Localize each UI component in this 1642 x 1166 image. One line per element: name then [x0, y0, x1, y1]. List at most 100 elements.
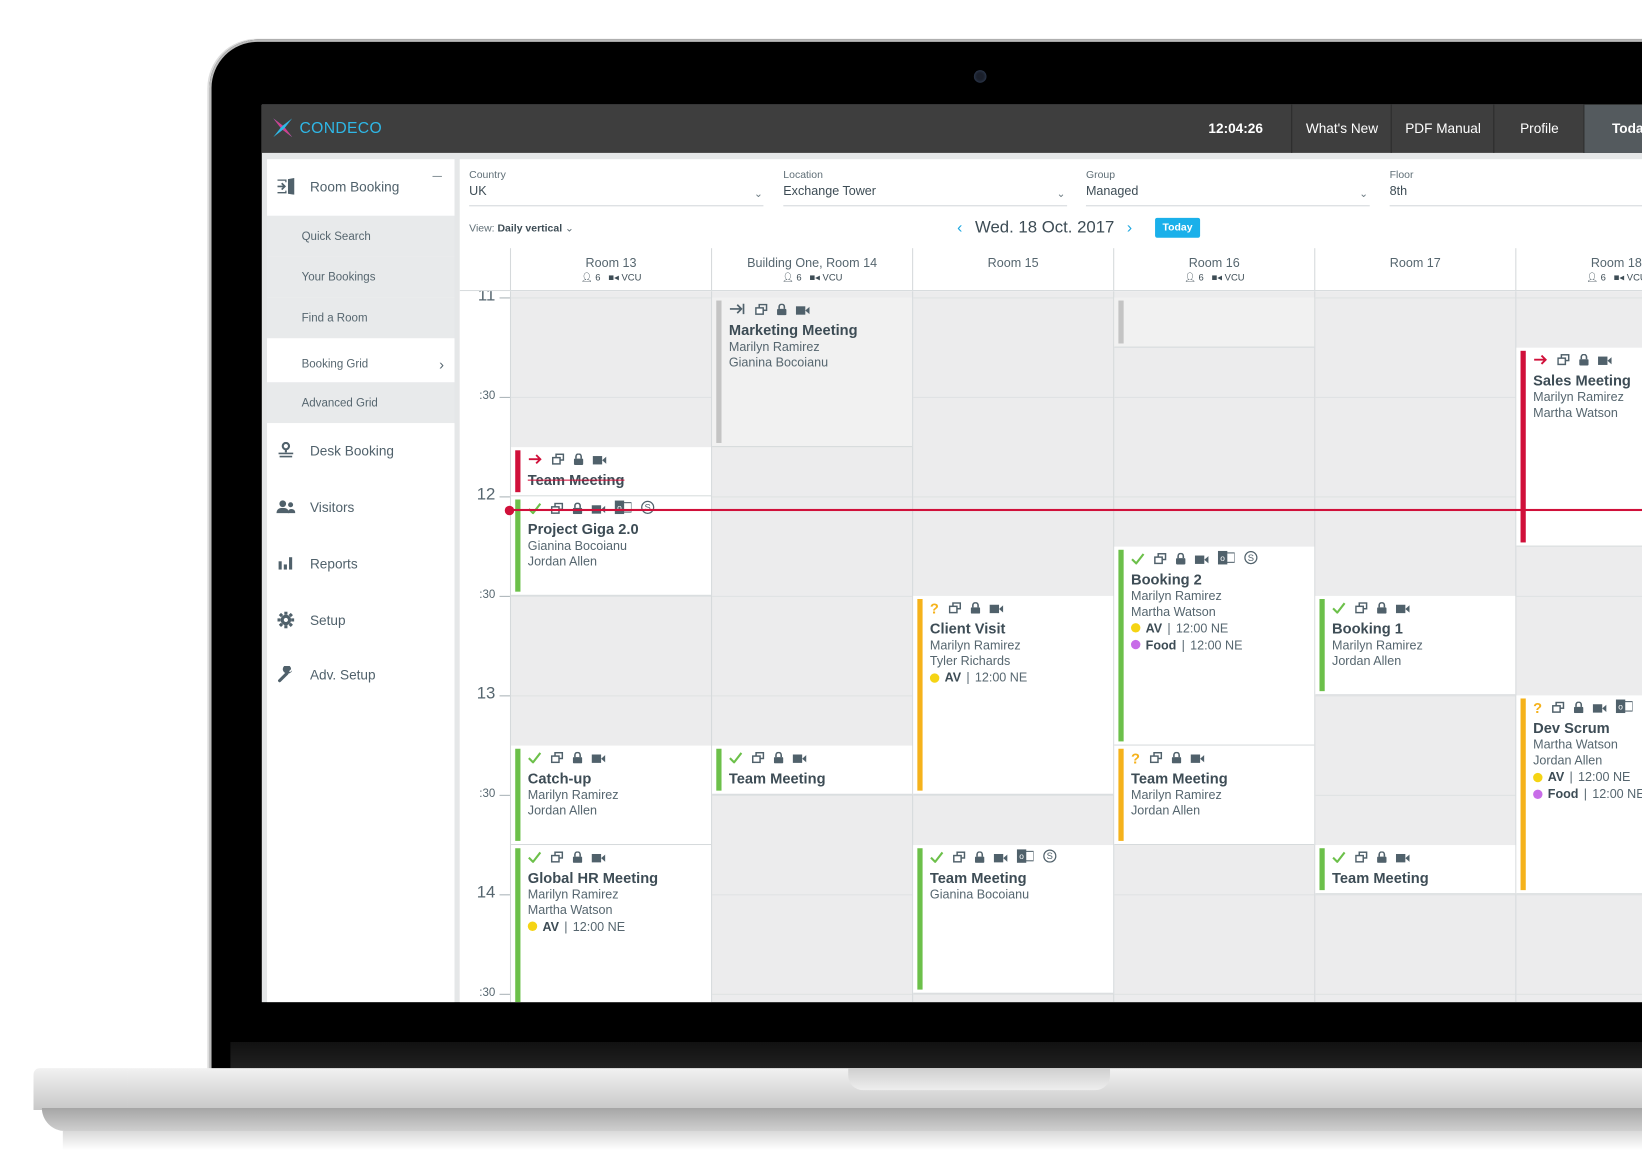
- room-header[interactable]: Room 18👤︎ 6 ■◂ VCU: [1515, 248, 1642, 291]
- collapse-icon[interactable]: [432, 175, 442, 177]
- service-divider: |: [1583, 786, 1587, 802]
- booking-icons: [729, 750, 908, 769]
- booking-card[interactable]: ? o Dev Scrum Martha Watson Jordan Allen AV | 1…: [1516, 695, 1642, 895]
- booking-content: ? o Dev Scrum Martha Watson Jordan Allen AV | 1…: [1533, 699, 1642, 802]
- booking-content: Booking 1 Marilyn Ramirez Jordan Allen: [1332, 602, 1511, 668]
- prev-day-button[interactable]: ‹: [957, 219, 962, 237]
- lock-icon: [970, 600, 980, 619]
- room-capacity: 6: [796, 272, 802, 283]
- status-bar: [1118, 748, 1124, 841]
- booking-icons: [1332, 849, 1511, 868]
- slot-line: [913, 297, 1114, 299]
- room-header[interactable]: Room 17: [1314, 248, 1516, 291]
- booking-card[interactable]: Marketing Meeting Marilyn Ramirez Gianina …: [712, 297, 913, 447]
- booking-card[interactable]: o S Project Giga 2.0 Gianina Bocoianu Jordan…: [511, 496, 712, 597]
- booking-title: Team Meeting: [929, 868, 1027, 886]
- app-screen: CONDECO 12:04:26 What's New PDF Manual P…: [261, 104, 1642, 1003]
- booking-content: Catch-up Marilyn Ramirez Jordan Allen: [527, 750, 707, 818]
- booking-card[interactable]: o S Booking 2 Marilyn Ramirez Martha Watson A…: [1114, 546, 1315, 746]
- booking-title: Sales Meeting: [1533, 371, 1631, 389]
- booking-card[interactable]: Global HR Meeting Marilyn Ramirez Martha W…: [511, 844, 712, 1003]
- time-label: :30: [479, 986, 496, 1000]
- sidebar-item-visitors[interactable]: Visitors: [267, 480, 454, 534]
- room-header[interactable]: Building One, Room 14 👤︎ 6 ■◂ VCU: [711, 248, 913, 291]
- booking-card[interactable]: Team Meeting: [712, 745, 913, 796]
- slot-line: [511, 596, 712, 598]
- booking-card[interactable]: ? Client Visit Marilyn Ramirez Tyler Richar…: [913, 596, 1114, 796]
- booking-attendee: Marilyn Ramirez: [527, 787, 619, 802]
- booking-card[interactable]: Team Meeting: [511, 446, 712, 497]
- lock-icon: [572, 849, 583, 868]
- booking-content: Marketing Meeting Marilyn Ramirez Gianina …: [729, 303, 908, 370]
- svg-text:o: o: [617, 503, 622, 513]
- room-header[interactable]: Room 15: [912, 248, 1114, 291]
- group-label: Group: [1085, 169, 1116, 182]
- group-select[interactable]: Group Managed ⌄: [1085, 169, 1370, 207]
- booking-attendee: Jordan Allen: [1130, 803, 1201, 818]
- room-header[interactable]: Room 16 👤︎ 6 ■◂ VCU: [1113, 248, 1315, 291]
- service-name: AV: [944, 670, 962, 686]
- booking-content: Sales Meeting Marilyn Ramirez Martha Watso…: [1533, 352, 1642, 420]
- room-layout-icon: [1355, 600, 1368, 619]
- lock-icon: [773, 750, 784, 769]
- booking-attendee: Martha Watson: [527, 902, 613, 918]
- today-button[interactable]: Today: [1155, 217, 1200, 238]
- booking-attendee: Gianina Bocoianu: [929, 886, 1030, 902]
- sidebar-item-setup[interactable]: Setup: [267, 593, 454, 647]
- sidebar-subitem-booking-grid[interactable]: Booking Grid ›: [267, 343, 455, 385]
- booking-card[interactable]: o S Team Meeting Gianina Bocoianu: [913, 844, 1114, 995]
- sidebar-item-desk-booking[interactable]: Desk Booking: [267, 423, 454, 477]
- sidebar-item-adv-setup[interactable]: Adv. Setup: [267, 647, 454, 701]
- service-name: Food: [1145, 637, 1177, 653]
- profile-button[interactable]: Profile: [1493, 104, 1584, 153]
- check-in-arrow-icon: [1533, 352, 1548, 371]
- booking-title: Team Meeting: [1130, 769, 1228, 787]
- sidebar-subitem-quick-search[interactable]: Quick Search: [267, 215, 455, 257]
- slot-line: [1516, 894, 1642, 896]
- lock-icon: [572, 750, 583, 769]
- slot-line: [913, 795, 1114, 797]
- sidebar-item-room-booking[interactable]: Room Booking: [267, 159, 454, 213]
- slot-line: [712, 496, 913, 498]
- confirmed-check-icon: [528, 849, 542, 868]
- location-select[interactable]: Location Exchange Tower ⌄: [783, 170, 1068, 207]
- video-conference-icon: [792, 750, 807, 769]
- status-bar: [1319, 599, 1325, 692]
- desk-location-icon: [275, 441, 296, 459]
- room-layout-icon: [751, 750, 765, 769]
- slot-line: [712, 994, 913, 996]
- sidebar-subitem-find-a-room[interactable]: Find a Room: [267, 297, 455, 339]
- whats-new-button[interactable]: What's New: [1291, 104, 1392, 153]
- sidebar-subitem-your-bookings[interactable]: Your Bookings: [267, 256, 455, 298]
- next-day-button[interactable]: ›: [1127, 219, 1132, 237]
- booking-card[interactable]: ? Team Meeting Marilyn Ramirez Jordan Allen: [1114, 745, 1315, 845]
- floor-select[interactable]: Floor 8th: [1389, 170, 1642, 207]
- country-select[interactable]: Country UK ⌄: [469, 170, 764, 207]
- booking-card[interactable]: [1114, 297, 1315, 348]
- today-nav-button[interactable]: Today: [1583, 104, 1642, 153]
- lock-icon: [1579, 352, 1589, 371]
- person-icon: 👤︎: [781, 272, 794, 283]
- pdf-manual-button[interactable]: PDF Manual: [1390, 104, 1495, 153]
- video-conference-icon: [1395, 849, 1410, 868]
- booking-card[interactable]: Team Meeting: [1315, 844, 1516, 895]
- slot-line: [1516, 994, 1642, 996]
- condeco-logo[interactable]: CONDECO: [270, 115, 382, 140]
- lock-icon: [1377, 600, 1387, 619]
- sidebar-item-label: Room Booking: [309, 178, 400, 195]
- booking-card[interactable]: Booking 1 Marilyn Ramirez Jordan Allen: [1315, 596, 1516, 696]
- slot-line: [1315, 795, 1516, 797]
- booking-attendee: Jordan Allen: [1533, 753, 1603, 768]
- sidebar-subitem-advanced-grid[interactable]: Advanced Grid: [267, 382, 455, 424]
- webcam: [973, 70, 987, 83]
- booking-card[interactable]: Sales Meeting Marilyn Ramirez Martha Watso…: [1516, 347, 1642, 547]
- service-divider: |: [564, 919, 568, 934]
- booking-icons: oS: [1131, 550, 1310, 568]
- status-bar: [917, 848, 923, 990]
- booking-card[interactable]: Catch-up Marilyn Ramirez Jordan Allen: [511, 745, 712, 845]
- view-select[interactable]: View: Daily vertical ⌄: [469, 223, 574, 235]
- sidebar-item-reports[interactable]: Reports: [267, 536, 454, 590]
- clock: 12:04:26: [1208, 120, 1263, 137]
- room-header[interactable]: Room 13 👤︎ 6 ■◂ VCU: [509, 248, 712, 291]
- time-tick: [499, 297, 510, 299]
